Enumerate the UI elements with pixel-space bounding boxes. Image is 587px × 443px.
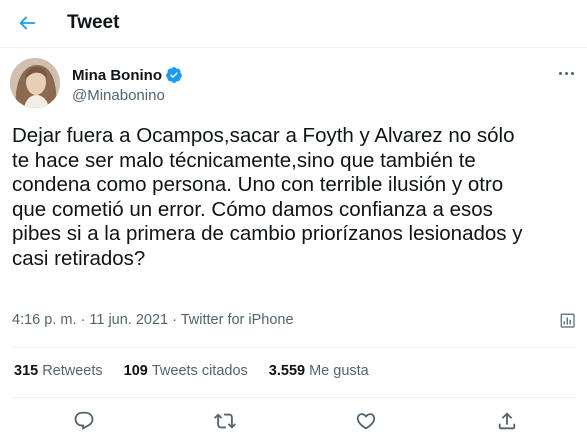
likes-stat[interactable]: 3.559 Me gusta	[269, 363, 369, 379]
retweets-stat[interactable]: 315 Retweets	[14, 363, 103, 379]
quote-tweets-label: Tweets citados	[151, 363, 248, 379]
likes-label: Me gusta	[309, 363, 369, 379]
analytics-icon[interactable]	[559, 312, 577, 330]
retweet-button[interactable]	[214, 410, 236, 432]
share-button[interactable]	[496, 410, 518, 432]
tweet-actions	[0, 402, 587, 438]
retweet-icon	[214, 413, 236, 429]
like-button[interactable]	[355, 410, 377, 432]
tweet-meta: 4:16 p. m. · 11 jun. 2021 · Twitter for …	[12, 312, 577, 332]
more-options-button[interactable]	[555, 64, 577, 82]
tweet-text: Dejar fuera a Ocampos,sacar a Foyth y Al…	[12, 124, 523, 270]
avatar[interactable]	[10, 58, 60, 108]
name-row: Mina Bonino	[72, 66, 183, 84]
verified-badge-icon	[165, 66, 183, 84]
avatar-image	[10, 58, 60, 108]
tweet-timestamp-source[interactable]: 4:16 p. m. · 11 jun. 2021 · Twitter for …	[12, 312, 294, 328]
reply-button[interactable]	[73, 410, 95, 432]
divider	[12, 397, 577, 398]
user-handle[interactable]: @Minabonino	[72, 87, 165, 104]
retweets-count: 315	[14, 363, 39, 379]
likes-count: 3.559	[268, 363, 306, 379]
share-icon	[498, 412, 516, 430]
arrow-left-icon	[19, 16, 36, 30]
quote-tweets-count: 109	[123, 363, 148, 379]
tweet-author: Mina Bonino @Minabonino	[10, 58, 577, 110]
back-button[interactable]	[12, 8, 42, 38]
like-icon	[356, 413, 376, 430]
reply-icon	[74, 411, 94, 430]
page-title: Tweet	[67, 12, 120, 33]
more-horizontal-icon	[558, 71, 562, 75]
tweet-stats: 315 Retweets 109 Tweets citados 3.559 Me…	[14, 363, 390, 379]
retweets-label: Retweets	[42, 363, 103, 379]
quote-tweets-stat[interactable]: 109 Tweets citados	[124, 363, 248, 379]
divider	[12, 347, 577, 348]
display-name[interactable]: Mina Bonino	[72, 67, 162, 84]
tweet-header: Tweet	[0, 0, 587, 48]
